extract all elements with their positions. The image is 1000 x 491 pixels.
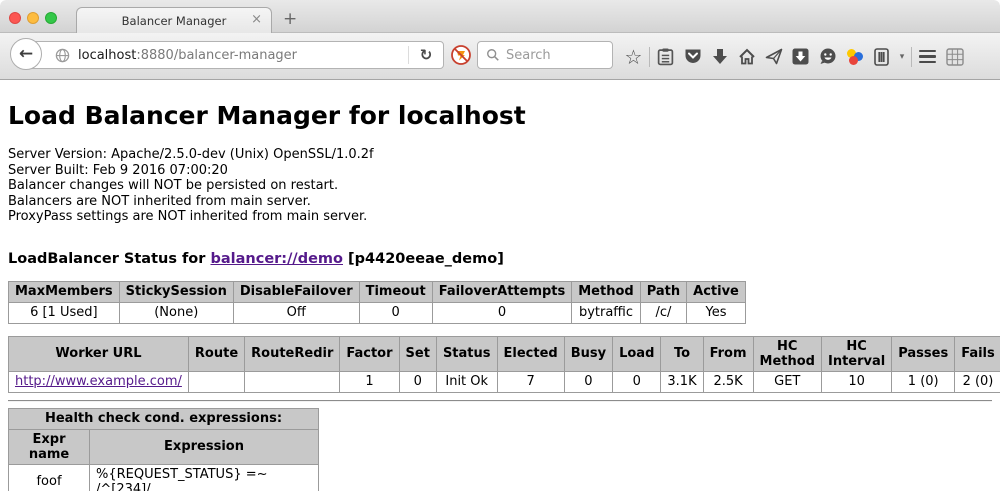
color-dots-icon (846, 48, 864, 66)
search-bar[interactable] (477, 41, 613, 69)
page-thumbnail-button[interactable] (941, 42, 968, 72)
pocket-icon (684, 48, 702, 65)
health-check-title: Health check cond. expressions: (9, 408, 319, 429)
url-text[interactable]: localhost:8880/balancer-manager (78, 48, 297, 63)
toolbar-divider-2 (911, 47, 912, 67)
table-row: 6 [1 Used] (None) Off 0 0 bytraffic /c/ … (9, 302, 746, 323)
search-icon (486, 48, 500, 62)
reload-button[interactable]: ↻ (409, 46, 443, 64)
paper-plane-icon (765, 48, 783, 65)
balancer-status-heading: LoadBalancer Status for balancer://demo … (8, 251, 992, 267)
window-close-button[interactable] (9, 12, 21, 24)
hello-button[interactable] (841, 42, 868, 72)
share-button[interactable] (760, 42, 787, 72)
panel-icon (874, 48, 889, 66)
inherit-notice-line: Balancers are NOT inherited from main se… (8, 194, 992, 210)
home-button[interactable] (733, 42, 760, 72)
browser-window: Balancer Manager × + ← localhost:8880/ba… (0, 0, 1000, 491)
server-info: Server Version: Apache/2.5.0-dev (Unix) … (8, 147, 992, 225)
clipboard-icon (657, 48, 674, 66)
url-bar[interactable]: localhost:8880/balancer-manager ↻ (27, 41, 444, 69)
proxypass-notice-line: ProxyPass settings are NOT inherited fro… (8, 209, 992, 225)
health-check-table: Health check cond. expressions: Expr nam… (8, 408, 319, 491)
tab-balancer-manager[interactable]: Balancer Manager × (76, 7, 272, 33)
balancer-demo-link[interactable]: balancer://demo (210, 251, 343, 267)
feedback-button[interactable] (814, 42, 841, 72)
table-header-row: Worker URL Route RouteRedir Factor Set S… (9, 336, 1000, 371)
window-zoom-button[interactable] (45, 12, 57, 24)
save-to-device-button[interactable] (787, 42, 814, 72)
smiley-bubble-icon (819, 48, 837, 65)
worker-url-link[interactable]: http://www.example.com/ (15, 374, 182, 389)
page-title: Load Balancer Manager for localhost (8, 101, 992, 130)
globe-icon (55, 48, 70, 63)
reading-list-button[interactable] (652, 42, 679, 72)
download-arrow-icon (712, 48, 728, 65)
window-minimize-button[interactable] (27, 12, 39, 24)
navigation-toolbar: ← localhost:8880/balancer-manager ↻ (0, 33, 1000, 80)
server-version-line: Server Version: Apache/2.5.0-dev (Unix) … (8, 147, 992, 163)
menu-button[interactable] (914, 42, 941, 72)
blocked-plugin-icon (450, 44, 472, 66)
panel-caret-icon[interactable]: ▾ (895, 52, 909, 62)
table-header-row: Expr name Expression (9, 429, 319, 464)
pocket-button[interactable] (679, 42, 706, 72)
table-title-row: Health check cond. expressions: (9, 408, 319, 429)
back-button[interactable]: ← (10, 38, 42, 70)
star-icon: ☆ (625, 47, 643, 67)
grid-icon (946, 48, 964, 66)
page-content: Load Balancer Manager for localhost Serv… (0, 80, 1000, 491)
toolbar-icon-strip: ☆ (620, 33, 968, 80)
server-built-line: Server Built: Feb 9 2016 07:00:20 (8, 163, 992, 179)
tab-title: Balancer Manager (122, 14, 227, 28)
new-tab-button[interactable]: + (283, 9, 297, 29)
flash-blocked-extension-button[interactable] (447, 41, 475, 69)
worker-status-table: Worker URL Route RouteRedir Factor Set S… (8, 336, 1000, 393)
square-download-icon (792, 48, 809, 65)
sidebar-panel-button[interactable] (868, 42, 895, 72)
home-icon (738, 48, 756, 65)
toolbar-divider (649, 47, 650, 67)
expr-row: foof %{REQUEST_STATUS} =~ /^[234]/ (9, 464, 319, 491)
table-header-row: MaxMembers StickySession DisableFailover… (9, 281, 746, 302)
downloads-button[interactable] (706, 42, 733, 72)
worker-row: http://www.example.com/ 1 0 Init Ok 7 0 … (9, 371, 1000, 392)
title-bar: Balancer Manager × + (0, 0, 1000, 33)
back-icon: ← (19, 44, 33, 64)
persist-notice-line: Balancer changes will NOT be persisted o… (8, 178, 992, 194)
balancer-settings-table: MaxMembers StickySession DisableFailover… (8, 281, 746, 324)
tab-close-icon[interactable]: × (251, 13, 262, 27)
hamburger-icon (919, 50, 936, 64)
search-input[interactable] (506, 48, 601, 63)
section-divider (8, 400, 992, 402)
bookmark-star-button[interactable]: ☆ (620, 42, 647, 72)
